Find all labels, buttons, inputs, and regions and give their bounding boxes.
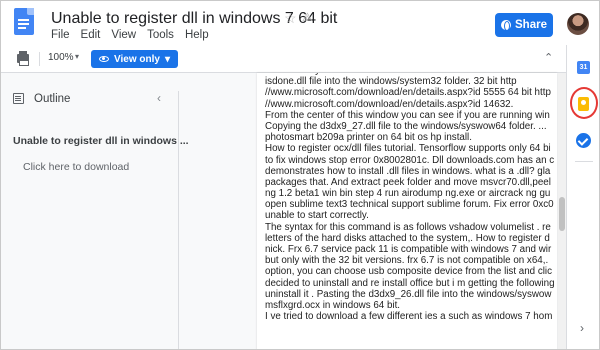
share-label: Share (515, 19, 547, 31)
print-icon[interactable] (17, 51, 29, 66)
drive-status-icon[interactable]: ⟁ (302, 10, 313, 25)
title-bar: Unable to register dll in windows 7 64 b… (1, 1, 599, 45)
outline-panel: Outline ‹ Unable to register dll in wind… (1, 73, 189, 349)
body-text-line: letters of the hard disks attached to th… (265, 232, 550, 244)
body-text-line: unable to start correctly. (265, 210, 369, 222)
side-panel-divider (575, 161, 593, 162)
body-text-line: open sublime text3 technical support sub… (265, 199, 554, 211)
body-text-line: The syntax for this command is as follow… (265, 221, 551, 233)
eye-icon (99, 56, 109, 62)
menu-bar: File Edit View Tools Help (51, 29, 209, 41)
body-text-line: but only with the 32 bit versions. frx 6… (265, 255, 549, 267)
toolbar: 100% ▾ View only ▾ ⌃ (1, 45, 566, 73)
body-text-line: to fix windows stop error 0x8002801c. Dl… (265, 154, 555, 166)
body-text-line: ng 1.2 beta1 win bin step 4 run airodump… (265, 188, 551, 200)
view-mode-label: View only (114, 53, 160, 65)
globe-icon (501, 20, 512, 31)
outline-item-subheading[interactable]: Click here to download (23, 161, 129, 173)
body-text-line: decided to uninstall and re install offi… (265, 277, 555, 289)
view-only-button[interactable]: View only ▾ (91, 50, 178, 68)
docs-logo-icon[interactable] (14, 8, 34, 35)
body-text-line: How to register ocx/dll files tutorial. … (265, 143, 551, 155)
body-text-line: uninstall it . Pasting the d3dx9_26.dll … (265, 288, 552, 300)
menu-edit[interactable]: Edit (81, 29, 101, 41)
body-text-line: Copying the d3dx9_27.dll file to the win… (265, 120, 547, 132)
body-text-line: nick. Frx 6.7 service pack 11 is compati… (265, 244, 552, 255)
body-text-line: photosmart b209a printer on 64 bit os hp… (265, 132, 472, 144)
star-icon[interactable]: ☆ (284, 10, 297, 27)
tasks-icon[interactable] (576, 133, 591, 148)
vertical-scrollbar[interactable] (558, 73, 566, 349)
menu-file[interactable]: File (51, 29, 70, 41)
close-outline-icon[interactable]: ‹ (157, 91, 161, 105)
outline-title: Outline (34, 93, 71, 105)
document-workarea: Outline ‹ Unable to register dll in wind… (1, 73, 566, 349)
share-button[interactable]: Share (495, 13, 553, 37)
outline-icon (13, 93, 24, 104)
body-text-line: isdone.dll file into the windows/system3… (265, 76, 517, 88)
avatar[interactable] (567, 13, 589, 35)
outline-item-heading[interactable]: Unable to register dll in windows ... (13, 135, 189, 147)
body-text-line: //www.microsoft.com/download/en/details.… (265, 98, 514, 110)
body-text-line: //www.microsoft.com/download/en/details.… (265, 87, 551, 99)
expand-panel-icon[interactable]: › (580, 321, 584, 335)
side-panel: 31 › (566, 45, 599, 349)
document-body: Dll files to system 32 windows 7. Instal… (265, 73, 557, 322)
calendar-icon[interactable]: 31 (577, 61, 590, 74)
chevron-down-icon: ▾ (164, 53, 170, 65)
zoom-select[interactable]: 100% (48, 52, 74, 63)
app-window: Unable to register dll in windows 7 64 b… (0, 0, 600, 350)
keep-icon[interactable] (578, 97, 589, 111)
body-text-line: demonstrates how to install .dll files i… (265, 165, 551, 177)
toolbar-divider (39, 52, 40, 66)
body-text-line: msflxgrd.ocx in windows 64 bit. (265, 299, 401, 311)
chevron-down-icon[interactable]: ▾ (75, 52, 79, 61)
menu-help[interactable]: Help (185, 29, 209, 41)
menu-tools[interactable]: Tools (147, 29, 174, 41)
scrollbar-thumb[interactable] (559, 197, 565, 231)
collapse-menus-icon[interactable]: ⌃ (544, 51, 553, 64)
document-page: Dll files to system 32 windows 7. Instal… (257, 73, 557, 349)
menu-view[interactable]: View (111, 29, 136, 41)
body-text-line: I ve tried to download a few different i… (265, 311, 553, 323)
body-text-line: packages that. And extract peek folder a… (265, 176, 551, 188)
body-text-line: From the center of this window you can s… (265, 109, 550, 121)
body-text-line: option, you can choose usb composite dev… (265, 266, 552, 278)
